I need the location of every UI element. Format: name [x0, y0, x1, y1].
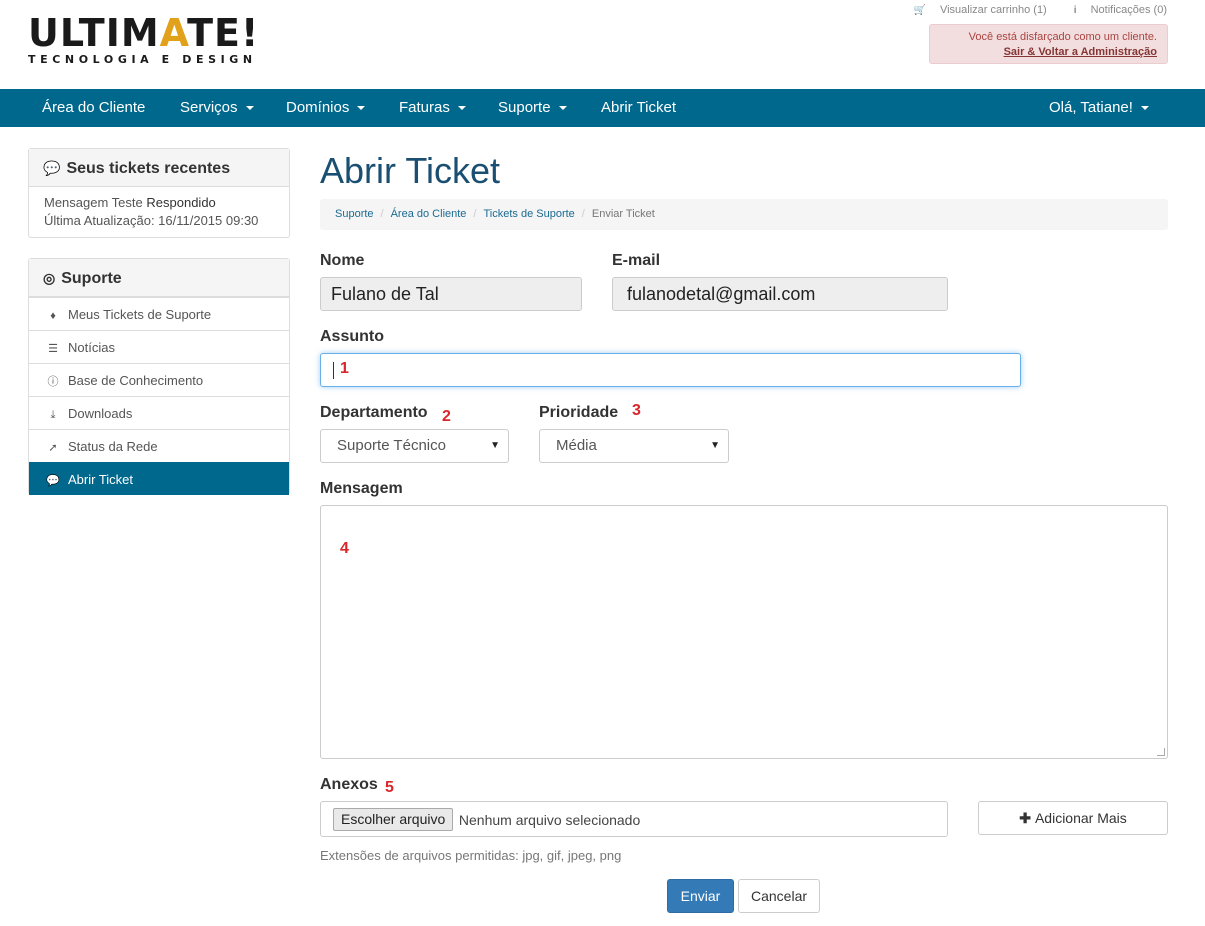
breadcrumb: Suporte / Área do Cliente / Tickets de Supor… — [320, 199, 1168, 230]
sidebar-item-news[interactable]: ☰ Notícias — [29, 330, 289, 363]
dropdown-arrow-icon: ▼ — [710, 440, 720, 451]
nav-abrir-ticket[interactable]: Abrir Ticket — [601, 89, 676, 127]
name-label: Nome — [320, 252, 365, 269]
allowed-extensions-text: Extensões de arquivos permitidas: jpg, g… — [320, 848, 622, 863]
sidebar-item-network-status[interactable]: ➚ Status da Rede — [29, 429, 289, 462]
email-field[interactable]: fulanodetal@gmail.com — [612, 277, 948, 311]
subject-label: Assunto — [320, 328, 384, 345]
annotation-marker: 4 — [340, 540, 349, 557]
sidebar-item-my-tickets[interactable]: ♦ Meus Tickets de Suporte — [29, 297, 289, 330]
ticket-status: Respondido — [146, 195, 216, 210]
ticket-last-update: Última Atualização: 16/11/2015 09:30 — [44, 213, 259, 228]
user-menu[interactable]: Olá, Tatiane! — [1049, 89, 1149, 127]
caret-down-icon — [357, 106, 366, 111]
breadcrumb-current: Enviar Ticket — [591, 208, 655, 220]
view-cart-link[interactable]: 🛒 Visualizar carrinho (1) — [901, 4, 1046, 16]
caret-down-icon — [558, 106, 567, 111]
disguise-alert: Você está disfarçado como um cliente. Sa… — [929, 24, 1168, 64]
sidebar-item-open-ticket[interactable]: 💬 Abrir Ticket — [29, 462, 289, 495]
email-label: E-mail — [612, 252, 661, 269]
priority-select[interactable]: Média ▼ — [539, 429, 729, 463]
text-cursor — [333, 362, 334, 379]
recent-ticket-item[interactable]: Mensagem Teste Respondido Última Atualiz… — [29, 187, 289, 237]
nav-suporte[interactable]: Suporte — [498, 89, 567, 127]
info-icon: i — [1073, 5, 1077, 16]
cancel-button[interactable]: Cancelar — [738, 879, 820, 913]
dropdown-arrow-icon: ▼ — [490, 440, 500, 451]
annotation-marker: 1 — [340, 360, 349, 377]
breadcrumb-link[interactable]: Tickets de Suporte — [483, 208, 574, 220]
return-admin-link[interactable]: Sair & Voltar a Administração — [1004, 46, 1157, 58]
nav-dominios[interactable]: Domínios — [286, 89, 366, 127]
top-links: 🛒 Visualizar carrinho (1) i Notificações (… — [889, 4, 1167, 16]
ticket-icon: ♦ — [50, 310, 56, 322]
department-select[interactable]: Suporte Técnico ▼ — [320, 429, 509, 463]
annotation-marker: 2 — [442, 408, 451, 425]
rocket-icon: ➚ — [48, 442, 58, 454]
logo[interactable]: ULTIMATE! TECNOLOGIA E DESIGN — [28, 14, 259, 66]
annotation-marker: 5 — [385, 779, 394, 796]
breadcrumb-link[interactable]: Área do Cliente — [391, 208, 467, 220]
recent-tickets-panel: 💬 Seus tickets recentes Mensagem Teste Re… — [28, 148, 290, 238]
comments-icon: 💬 — [43, 160, 61, 176]
choose-file-button[interactable]: Escolher arquivo — [333, 808, 454, 831]
resize-handle-icon[interactable] — [1157, 748, 1165, 756]
plus-icon: ✚ — [1019, 810, 1031, 826]
message-label: Mensagem — [320, 480, 403, 497]
add-more-button[interactable]: ✚ Adicionar Mais — [978, 801, 1168, 835]
list-icon: ☰ — [48, 343, 58, 355]
nav-faturas[interactable]: Faturas — [399, 89, 466, 127]
sidebar-item-downloads[interactable]: ⤓ Downloads — [29, 396, 289, 429]
submit-button[interactable]: Enviar — [667, 879, 734, 913]
annotation-marker: 3 — [632, 402, 641, 419]
caret-down-icon — [457, 106, 466, 111]
name-field[interactable]: Fulano de Tal — [320, 277, 582, 311]
main-navbar: Área do Cliente Serviços Domínios Fatura… — [0, 89, 1205, 127]
message-textarea[interactable] — [320, 505, 1168, 759]
recent-tickets-header: 💬 Seus tickets recentes — [29, 149, 289, 187]
life-ring-icon: ◎ — [43, 270, 56, 286]
nav-servicos[interactable]: Serviços — [180, 89, 254, 127]
priority-label: Prioridade — [539, 404, 619, 421]
logo-tagline: TECNOLOGIA E DESIGN — [28, 53, 257, 66]
download-icon: ⤓ — [50, 409, 56, 421]
cart-icon: 🛒 — [913, 5, 926, 16]
file-status: Nenhum arquivo selecionado — [458, 811, 641, 828]
subject-input[interactable] — [320, 353, 1021, 387]
caret-down-icon — [245, 106, 254, 111]
info-icon: ⓘ — [47, 376, 59, 388]
comments-icon: 💬 — [46, 475, 60, 487]
department-label: Departamento — [320, 404, 428, 421]
attachments-label: Anexos — [320, 776, 378, 793]
breadcrumb-link[interactable]: Suporte — [335, 208, 374, 220]
support-header: ◎ Suporte — [29, 259, 289, 297]
disguise-text: Você está disfarçado como um cliente. — [968, 31, 1157, 43]
nav-area-do-cliente[interactable]: Área do Cliente — [42, 89, 145, 127]
notifications-link[interactable]: i Notificações (0) — [1062, 4, 1167, 16]
caret-down-icon — [1140, 106, 1149, 111]
file-input[interactable]: Escolher arquivo Nenhum arquivo selecion… — [320, 801, 948, 837]
page-title: Abrir Ticket — [320, 150, 501, 191]
sidebar-item-knowledgebase[interactable]: ⓘ Base de Conhecimento — [29, 363, 289, 396]
support-panel: ◎ Suporte ♦ Meus Tickets de Suporte ☰ Notíc… — [28, 258, 290, 495]
